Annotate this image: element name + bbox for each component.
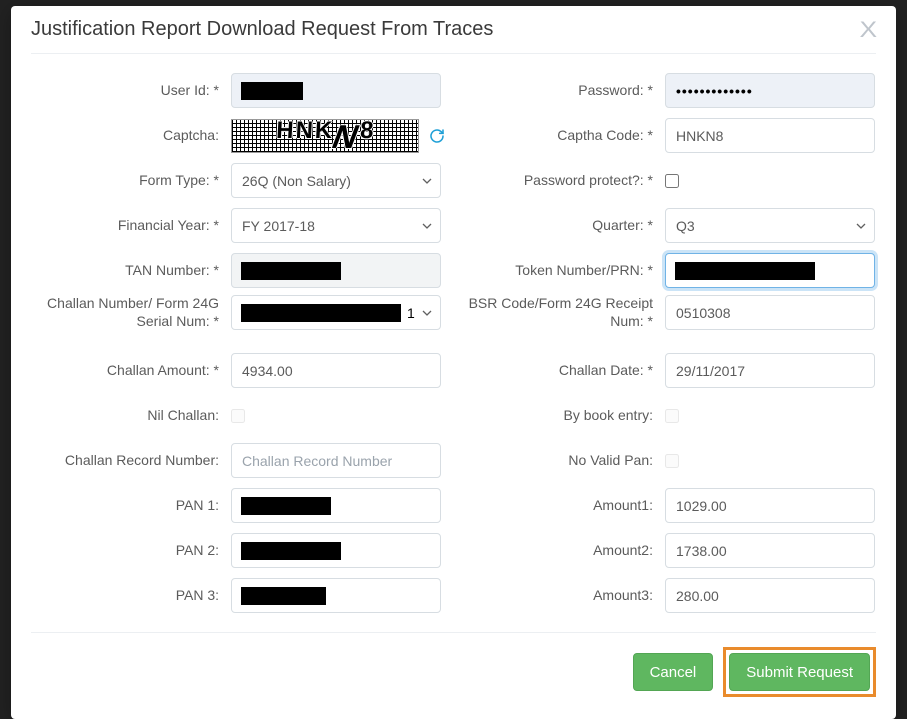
submit-request-button[interactable]: Submit Request [729, 653, 870, 691]
captcha-text: HNKN8 [275, 119, 375, 152]
bsr-receipt-label: BSR Code/Form 24G Receipt Num: * [465, 295, 665, 330]
redaction [241, 82, 303, 100]
tan-number-label: TAN Number: * [31, 262, 231, 280]
redaction [241, 304, 401, 322]
redaction [241, 587, 326, 605]
pan2-label: PAN 2: [31, 542, 231, 560]
password-input[interactable] [665, 73, 875, 108]
pan1-label: PAN 1: [31, 497, 231, 515]
token-number-label: Token Number/PRN: * [465, 262, 665, 280]
captcha-label: Captcha: [31, 127, 231, 145]
nil-challan-label: Nil Challan: [31, 407, 231, 425]
password-protect-label: Password protect?: * [465, 172, 665, 190]
challan-record-num-label: Challan Record Number: [31, 452, 231, 470]
no-valid-pan-checkbox[interactable] [665, 454, 679, 468]
cancel-button[interactable]: Cancel [633, 653, 714, 691]
financial-year-label: Financial Year: * [31, 217, 231, 235]
nil-challan-checkbox[interactable] [231, 409, 245, 423]
user-id-label: User Id: * [31, 82, 231, 100]
challan-record-num-input[interactable] [231, 443, 441, 478]
challan-amount-label: Challan Amount: * [31, 362, 231, 380]
quarter-label: Quarter: * [465, 217, 665, 235]
quarter-select[interactable]: Q3 [665, 208, 875, 243]
amount1-label: Amount1: [465, 497, 665, 515]
challan-serial-label: Challan Number/ Form 24G Serial Num: * [31, 295, 231, 330]
modal-title: Justification Report Download Request Fr… [31, 18, 493, 41]
amount2-label: Amount2: [465, 542, 665, 560]
amount2-input[interactable] [665, 533, 875, 568]
challan-date-input[interactable] [665, 353, 875, 388]
redaction [241, 262, 341, 280]
modal-header: Justification Report Download Request Fr… [31, 18, 876, 54]
captcha-image: HNKN8 [231, 119, 419, 153]
redaction [675, 262, 815, 280]
modal-footer: Cancel Submit Request [31, 632, 876, 697]
by-book-checkbox[interactable] [665, 409, 679, 423]
modal-dialog: Justification Report Download Request Fr… [11, 6, 896, 719]
close-icon[interactable]: X [860, 19, 878, 41]
submit-highlight: Submit Request [723, 647, 876, 697]
challan-amount-input[interactable] [231, 353, 441, 388]
bsr-receipt-input[interactable] [665, 295, 875, 330]
no-valid-pan-label: No Valid Pan: [465, 452, 665, 470]
redaction [241, 542, 341, 560]
form-type-label: Form Type: * [31, 172, 231, 190]
captcha-code-label: Captha Code: * [465, 127, 665, 145]
captcha-code-input[interactable] [665, 118, 875, 153]
financial-year-select[interactable]: FY 2017-18 [231, 208, 441, 243]
by-book-label: By book entry: [465, 407, 665, 425]
challan-date-label: Challan Date: * [465, 362, 665, 380]
refresh-captcha-icon[interactable] [429, 128, 445, 144]
right-column: Password: * Captha Code: * Password prot… [465, 68, 876, 618]
password-label: Password: * [465, 82, 665, 100]
pan3-label: PAN 3: [31, 587, 231, 605]
form-body: User Id: * Captcha: HNKN8 [31, 68, 876, 618]
password-protect-checkbox[interactable] [665, 174, 679, 188]
redaction [241, 497, 331, 515]
amount3-label: Amount3: [465, 587, 665, 605]
amount3-input[interactable] [665, 578, 875, 613]
amount1-input[interactable] [665, 488, 875, 523]
form-type-select[interactable]: 26Q (Non Salary) [231, 163, 441, 198]
left-column: User Id: * Captcha: HNKN8 [31, 68, 445, 618]
